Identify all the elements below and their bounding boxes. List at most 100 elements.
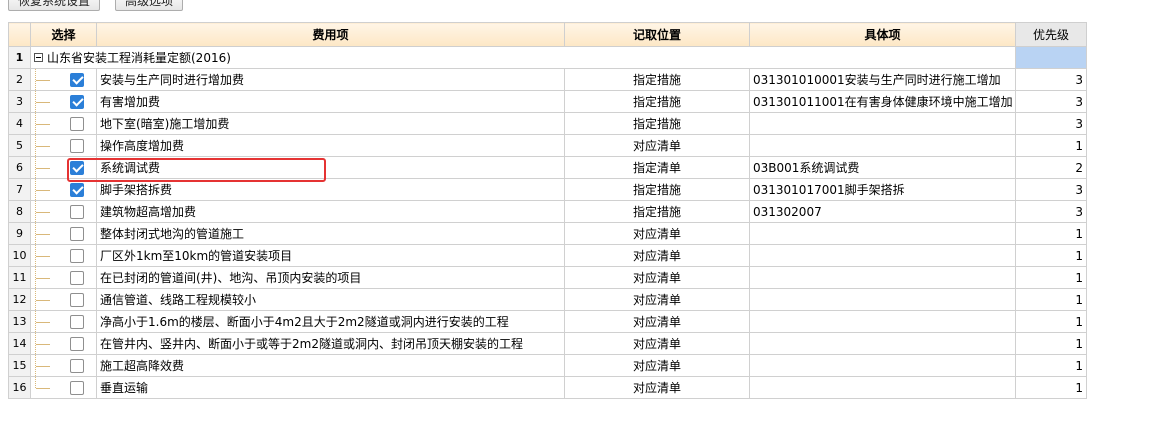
position-cell[interactable]: 对应清单 — [564, 222, 750, 245]
position-cell[interactable]: 指定措施 — [564, 112, 750, 135]
priority-cell[interactable]: 3 — [1015, 68, 1087, 91]
priority-cell[interactable]: 2 — [1015, 156, 1087, 179]
table-row[interactable]: 5 操作高度增加费 对应清单 1 — [8, 134, 1087, 157]
row-checkbox[interactable] — [70, 73, 84, 87]
item-cell[interactable] — [749, 354, 1016, 377]
column-header-priority[interactable]: 优先级 — [1015, 22, 1087, 47]
select-cell[interactable] — [30, 68, 97, 91]
fee-cell[interactable]: 脚手架搭拆费 — [96, 178, 565, 201]
priority-cell[interactable]: 1 — [1015, 288, 1087, 311]
table-row[interactable]: 6 系统调试费 指定清单 03B001系统调试费 2 — [8, 156, 1087, 179]
fee-cell[interactable]: 整体封闭式地沟的管道施工 — [96, 222, 565, 245]
item-cell[interactable] — [749, 288, 1016, 311]
position-cell[interactable]: 对应清单 — [564, 354, 750, 377]
position-cell[interactable]: 指定措施 — [564, 90, 750, 113]
position-cell[interactable]: 对应清单 — [564, 244, 750, 267]
row-checkbox[interactable] — [70, 161, 84, 175]
position-cell[interactable]: 指定措施 — [564, 178, 750, 201]
fee-cell[interactable]: 垂直运输 — [96, 376, 565, 399]
row-checkbox[interactable] — [70, 381, 84, 395]
select-cell[interactable] — [30, 178, 97, 201]
fee-cell[interactable]: 建筑物超高增加费 — [96, 200, 565, 223]
select-cell[interactable] — [30, 354, 97, 377]
position-cell[interactable]: 指定清单 — [564, 156, 750, 179]
fee-cell[interactable]: 在管井内、竖井内、断面小于或等于2m2隧道或洞内、封闭吊顶天棚安装的工程 — [96, 332, 565, 355]
row-checkbox[interactable] — [70, 139, 84, 153]
table-row[interactable]: 15 施工超高降效费 对应清单 1 — [8, 354, 1087, 377]
table-row[interactable]: 10 厂区外1km至10km的管道安装项目 对应清单 1 — [8, 244, 1087, 267]
item-cell[interactable] — [749, 332, 1016, 355]
table-row[interactable]: 2 安装与生产同时进行增加费 指定措施 031301010001安装与生产同时进行施工… — [8, 68, 1087, 91]
item-cell[interactable] — [749, 134, 1016, 157]
position-cell[interactable]: 对应清单 — [564, 310, 750, 333]
group-priority-cell[interactable] — [1015, 46, 1087, 69]
fee-cell[interactable]: 操作高度增加费 — [96, 134, 565, 157]
select-cell[interactable] — [30, 310, 97, 333]
position-cell[interactable]: 对应清单 — [564, 266, 750, 289]
fee-cell[interactable]: 通信管道、线路工程规模较小 — [96, 288, 565, 311]
item-cell[interactable] — [749, 376, 1016, 399]
row-checkbox[interactable] — [70, 315, 84, 329]
item-cell[interactable] — [749, 112, 1016, 135]
row-checkbox[interactable] — [70, 205, 84, 219]
item-cell[interactable]: 031301017001脚手架搭拆 — [749, 178, 1016, 201]
fee-cell[interactable]: 有害增加费 — [96, 90, 565, 113]
restore-defaults-button[interactable]: 恢复系统设置 — [8, 0, 101, 11]
priority-cell[interactable]: 1 — [1015, 266, 1087, 289]
table-row[interactable]: 12 通信管道、线路工程规模较小 对应清单 1 — [8, 288, 1087, 311]
table-row[interactable]: 14 在管井内、竖井内、断面小于或等于2m2隧道或洞内、封闭吊顶天棚安装的工程 对应… — [8, 332, 1087, 355]
column-header-select[interactable]: 选择 — [30, 22, 97, 47]
column-header-fee[interactable]: 费用项 — [96, 22, 565, 47]
item-cell[interactable]: 03B001系统调试费 — [749, 156, 1016, 179]
column-header-item[interactable]: 具体项 — [749, 22, 1016, 47]
priority-cell[interactable]: 1 — [1015, 354, 1087, 377]
position-cell[interactable]: 指定措施 — [564, 68, 750, 91]
item-cell[interactable]: 031302007 — [749, 200, 1016, 223]
select-cell[interactable] — [30, 90, 97, 113]
row-checkbox[interactable] — [70, 95, 84, 109]
fee-cell[interactable]: 安装与生产同时进行增加费 — [96, 68, 565, 91]
fee-cell[interactable]: 施工超高降效费 — [96, 354, 565, 377]
item-cell[interactable]: 031301010001安装与生产同时进行施工增加 — [749, 68, 1016, 91]
row-checkbox[interactable] — [70, 293, 84, 307]
item-cell[interactable] — [749, 244, 1016, 267]
select-cell[interactable] — [30, 332, 97, 355]
table-row[interactable]: 4 地下室(暗室)施工增加费 指定措施 3 — [8, 112, 1087, 135]
row-checkbox[interactable] — [70, 337, 84, 351]
item-cell[interactable] — [749, 310, 1016, 333]
row-checkbox[interactable] — [70, 271, 84, 285]
advanced-options-button[interactable]: 高级选项 — [115, 0, 184, 11]
priority-cell[interactable]: 1 — [1015, 134, 1087, 157]
select-cell[interactable] — [30, 156, 97, 179]
group-cell[interactable]: 山东省安装工程消耗量定额(2016) — [30, 46, 1016, 69]
row-checkbox[interactable] — [70, 359, 84, 373]
priority-cell[interactable]: 3 — [1015, 90, 1087, 113]
item-cell[interactable] — [749, 266, 1016, 289]
select-cell[interactable] — [30, 200, 97, 223]
priority-cell[interactable]: 1 — [1015, 376, 1087, 399]
fee-cell[interactable]: 在已封闭的管道间(井)、地沟、吊顶内安装的项目 — [96, 266, 565, 289]
table-row[interactable]: 7 脚手架搭拆费 指定措施 031301017001脚手架搭拆 3 — [8, 178, 1087, 201]
select-cell[interactable] — [30, 376, 97, 399]
fee-cell[interactable]: 地下室(暗室)施工增加费 — [96, 112, 565, 135]
table-row[interactable]: 9 整体封闭式地沟的管道施工 对应清单 1 — [8, 222, 1087, 245]
select-cell[interactable] — [30, 244, 97, 267]
item-cell[interactable] — [749, 222, 1016, 245]
fee-cell[interactable]: 厂区外1km至10km的管道安装项目 — [96, 244, 565, 267]
select-cell[interactable] — [30, 222, 97, 245]
priority-cell[interactable]: 3 — [1015, 200, 1087, 223]
select-cell[interactable] — [30, 134, 97, 157]
fee-cell[interactable]: 系统调试费 — [96, 156, 565, 179]
priority-cell[interactable]: 3 — [1015, 178, 1087, 201]
row-checkbox[interactable] — [70, 117, 84, 131]
column-header-position[interactable]: 记取位置 — [564, 22, 750, 47]
position-cell[interactable]: 指定措施 — [564, 200, 750, 223]
select-cell[interactable] — [30, 288, 97, 311]
row-checkbox[interactable] — [70, 227, 84, 241]
priority-cell[interactable]: 1 — [1015, 332, 1087, 355]
table-row[interactable]: 3 有害增加费 指定措施 031301011001在有害身体健康环境中施工增加 3 — [8, 90, 1087, 113]
row-checkbox[interactable] — [70, 183, 84, 197]
select-cell[interactable] — [30, 266, 97, 289]
priority-cell[interactable]: 3 — [1015, 112, 1087, 135]
position-cell[interactable]: 对应清单 — [564, 332, 750, 355]
